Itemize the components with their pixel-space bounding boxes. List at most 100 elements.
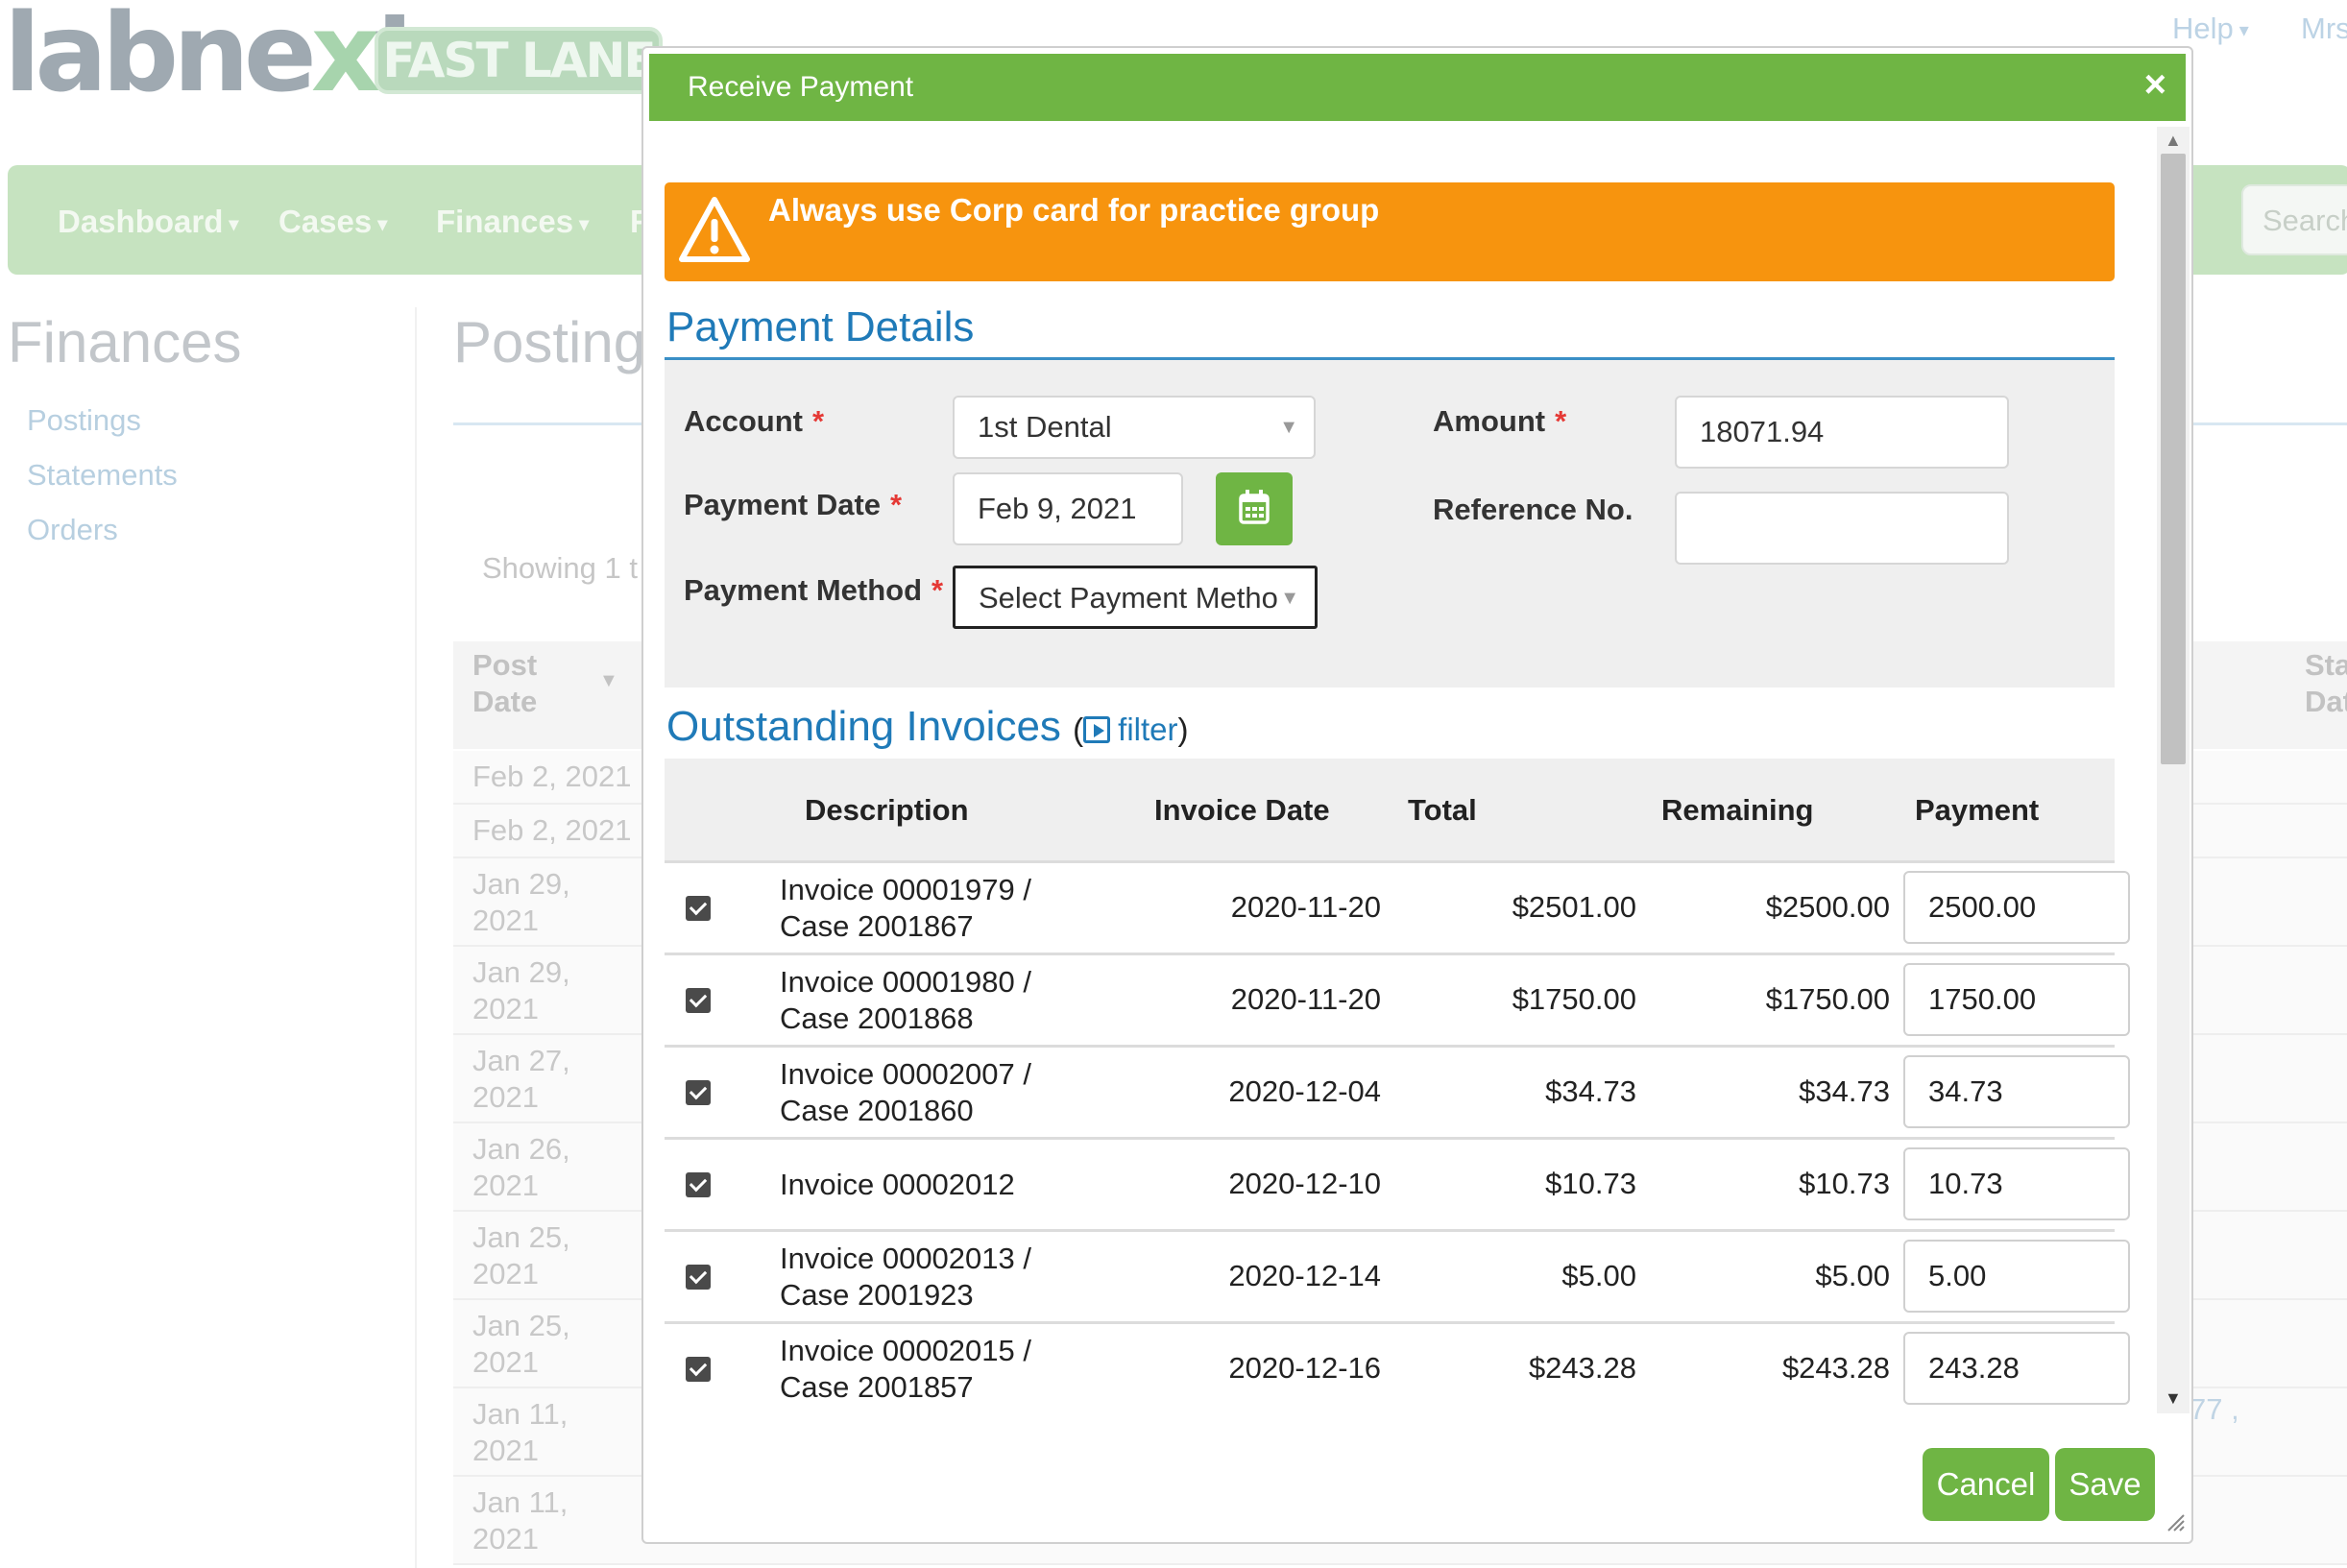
invoice-remaining: $243.28 <box>1781 1351 1890 1385</box>
calendar-button[interactable] <box>1216 472 1293 545</box>
invoice-description: Invoice 00002007 / Case 2001860 <box>780 1057 1031 1127</box>
invoice-description: Invoice 00002013 / Case 2001923 <box>780 1242 1031 1312</box>
alert-message: Always use Corp card for practice group <box>768 192 1380 228</box>
close-icon[interactable]: × <box>2144 63 2166 107</box>
account-label: Account * <box>684 404 825 438</box>
invoice-date: 2020-12-04 <box>1228 1074 1381 1108</box>
invoice-remaining: $1750.00 <box>1765 982 1890 1016</box>
modal-header[interactable]: Receive Payment × <box>649 54 2186 121</box>
required-marker: * <box>932 573 944 607</box>
scroll-thumb[interactable] <box>2161 154 2186 764</box>
filter-paren-close: ) <box>1177 712 1189 747</box>
invoice-total: $1750.00 <box>1512 982 1636 1016</box>
invoice-row: Invoice 00002012 2020-12-10 $10.73 $10.73 10… <box>665 1137 2130 1229</box>
invoice-date: 2020-11-20 <box>1230 982 1381 1016</box>
posting-date: Jan 25, 2021 <box>472 1309 570 1379</box>
posting-date: Jan 29, 2021 <box>472 955 570 1025</box>
checkbox-checked-icon[interactable] <box>686 1265 711 1290</box>
status-date-header[interactable]: Sta Dat <box>2305 647 2347 720</box>
amount-input[interactable]: 18071.94 <box>1675 396 2009 469</box>
invoice-description: Invoice 00002015 / Case 2001857 <box>780 1334 1031 1404</box>
invoice-date: 2020-12-10 <box>1228 1167 1381 1200</box>
resize-handle-icon[interactable] <box>2165 1511 2186 1532</box>
cancel-button[interactable]: Cancel <box>1923 1448 2049 1521</box>
invoice-remaining: $10.73 <box>1799 1167 1890 1200</box>
post-date-header[interactable]: Post Date <box>472 647 537 720</box>
sidebar-item-statements[interactable]: Statements <box>27 458 178 493</box>
modal-title: Receive Payment <box>688 71 914 103</box>
payment-amount-input[interactable]: 1750.00 <box>1903 963 2130 1036</box>
scroll-up-icon[interactable]: ▲ <box>2165 131 2182 151</box>
save-button[interactable]: Save <box>2055 1448 2155 1521</box>
fast-lane-badge: FAST LANE <box>375 27 663 94</box>
payment-amount-input[interactable]: 2500.00 <box>1903 871 2130 944</box>
sidebar-item-orders[interactable]: Orders <box>27 513 118 547</box>
invoice-row: Invoice 00002013 / Case 2001923 2020-12-1… <box>665 1229 2130 1321</box>
payment-method-select[interactable]: Select Payment Metho ▼ <box>953 566 1318 629</box>
payment-amount-input[interactable]: 5.00 <box>1903 1240 2130 1313</box>
play-icon <box>1083 716 1111 743</box>
account-select[interactable]: 1st Dental ▼ <box>953 396 1316 459</box>
checkbox-checked-icon[interactable] <box>686 1080 711 1105</box>
receive-payment-modal: Receive Payment × Always use Corp card f… <box>641 46 2193 1544</box>
nav-finances[interactable]: Finances ▾ <box>436 204 589 240</box>
chevron-down-icon: ▾ <box>579 213 590 235</box>
chevron-down-icon: ▾ <box>377 213 388 235</box>
posting-date: Jan 25, 2021 <box>472 1220 570 1291</box>
chevron-down-icon: ▼ <box>1280 588 1299 609</box>
chevron-down-icon: ▼ <box>1279 417 1298 438</box>
payment-date-label: Payment Date * <box>684 488 903 521</box>
invoice-total: $243.28 <box>1528 1351 1636 1385</box>
payment-method-label: Payment Method * <box>684 573 944 607</box>
checkbox-checked-icon[interactable] <box>686 1172 711 1197</box>
payment-amount-input[interactable]: 34.73 <box>1903 1055 2130 1128</box>
reference-input[interactable] <box>1675 492 2009 565</box>
filter-link[interactable]: filter <box>1083 712 1178 747</box>
chevron-down-icon: ▾ <box>229 213 239 235</box>
invoice-description: Invoice 00001979 / Case 2001867 <box>780 873 1031 943</box>
user-menu[interactable]: Mrs <box>2301 12 2347 46</box>
checkbox-checked-icon[interactable] <box>686 896 711 921</box>
nav-cases[interactable]: Cases ▾ <box>278 204 387 240</box>
amount-label: Amount * <box>1433 404 1567 438</box>
checkbox-checked-icon[interactable] <box>686 1357 711 1382</box>
required-marker: * <box>890 488 903 521</box>
page-title: Posting <box>453 310 646 374</box>
header-total: Total <box>1408 793 1477 827</box>
required-marker: * <box>812 404 825 438</box>
header-payment: Payment <box>1915 793 2040 827</box>
header-invoice-date: Invoice Date <box>1154 793 1330 827</box>
header-description: Description <box>805 793 969 827</box>
posting-date: Jan 11, 2021 <box>472 1485 569 1556</box>
outstanding-invoices-title: Outstanding Invoices (filter) <box>666 703 1189 750</box>
modal-scrollbar[interactable]: ▲ ▼ <box>2157 127 2190 1413</box>
invoice-date: 2020-12-16 <box>1228 1351 1381 1385</box>
invoice-remaining: $5.00 <box>1815 1259 1890 1292</box>
modal-body: Always use Corp card for practice group … <box>643 127 2159 1413</box>
header-remaining: Remaining <box>1661 793 1814 827</box>
checkbox-checked-icon[interactable] <box>686 988 711 1013</box>
invoice-date: 2020-11-20 <box>1230 890 1381 924</box>
chevron-down-icon: ▾ <box>2238 20 2249 42</box>
payment-amount-input[interactable]: 10.73 <box>1903 1147 2130 1220</box>
invoice-remaining: $34.73 <box>1799 1074 1890 1108</box>
reference-label: Reference No. <box>1433 493 1633 526</box>
labnext-logo: labnext <box>4 0 426 116</box>
sidebar-item-postings[interactable]: Postings <box>27 403 141 438</box>
posting-date: Jan 26, 2021 <box>472 1132 570 1202</box>
posting-date: Feb 2, 2021 <box>472 813 632 847</box>
payment-date-input[interactable]: Feb 9, 2021 <box>953 472 1183 545</box>
row-fragment: 77 , <box>2190 1392 2239 1426</box>
invoice-total: $34.73 <box>1545 1074 1636 1108</box>
invoice-row: Invoice 00002015 / Case 2001857 2020-12-1… <box>665 1321 2130 1413</box>
calendar-icon <box>1239 490 1270 524</box>
invoices-table-header: Description Invoice Date Total Remaining… <box>665 759 2115 860</box>
payment-amount-input[interactable]: 243.28 <box>1903 1332 2130 1405</box>
search-input[interactable]: Search <box>2241 184 2347 255</box>
help-menu[interactable]: Help ▾ <box>2172 12 2249 46</box>
nav-dashboard[interactable]: Dashboard ▾ <box>58 204 238 240</box>
warning-icon <box>679 197 750 262</box>
sort-caret-icon[interactable]: ▼ <box>599 670 618 692</box>
scroll-down-icon[interactable]: ▼ <box>2165 1388 2182 1409</box>
posting-date: Jan 11, 2021 <box>472 1397 569 1467</box>
